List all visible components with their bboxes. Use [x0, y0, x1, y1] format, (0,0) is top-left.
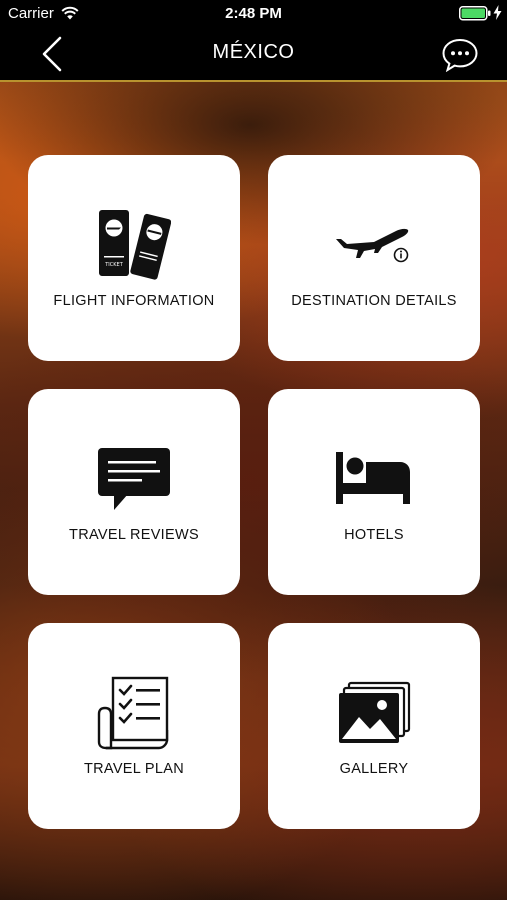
- chat-button[interactable]: [440, 36, 480, 74]
- checklist-icon: [28, 673, 240, 753]
- chat-bubble-icon: [442, 38, 478, 72]
- message-icon: [28, 439, 240, 519]
- tile-destination-details[interactable]: DESTINATION DETAILS: [268, 155, 480, 361]
- bed-icon: [268, 439, 480, 519]
- tile-gallery[interactable]: GALLERY: [268, 623, 480, 829]
- tile-label: TRAVEL REVIEWS: [69, 527, 199, 543]
- charging-bolt-icon: [493, 5, 502, 24]
- svg-text:TICKET: TICKET: [104, 262, 123, 268]
- battery-icon: [459, 6, 491, 25]
- tickets-icon: TICKET: [28, 205, 240, 285]
- tile-label: HOTELS: [344, 527, 404, 543]
- page-title: MÉXICO: [212, 41, 295, 63]
- status-bar: Carrier 2:48 PM: [0, 0, 507, 28]
- photo-gallery-icon: [268, 673, 480, 753]
- tile-label: TRAVEL PLAN: [84, 761, 184, 777]
- tile-label: DESTINATION DETAILS: [291, 293, 457, 309]
- tile-flight-information[interactable]: TICKET FLIGHT INFORMATION: [28, 155, 240, 361]
- tile-hotels[interactable]: HOTELS: [268, 389, 480, 595]
- status-time: 2:48 PM: [225, 5, 282, 22]
- airplane-info-icon: [268, 205, 480, 285]
- tile-label: FLIGHT INFORMATION: [53, 293, 215, 309]
- tile-travel-plan[interactable]: TRAVEL PLAN: [28, 623, 240, 829]
- tile-travel-reviews[interactable]: TRAVEL REVIEWS: [28, 389, 240, 595]
- tile-label: GALLERY: [339, 761, 409, 777]
- navigation-bar: MÉXICO: [0, 28, 507, 82]
